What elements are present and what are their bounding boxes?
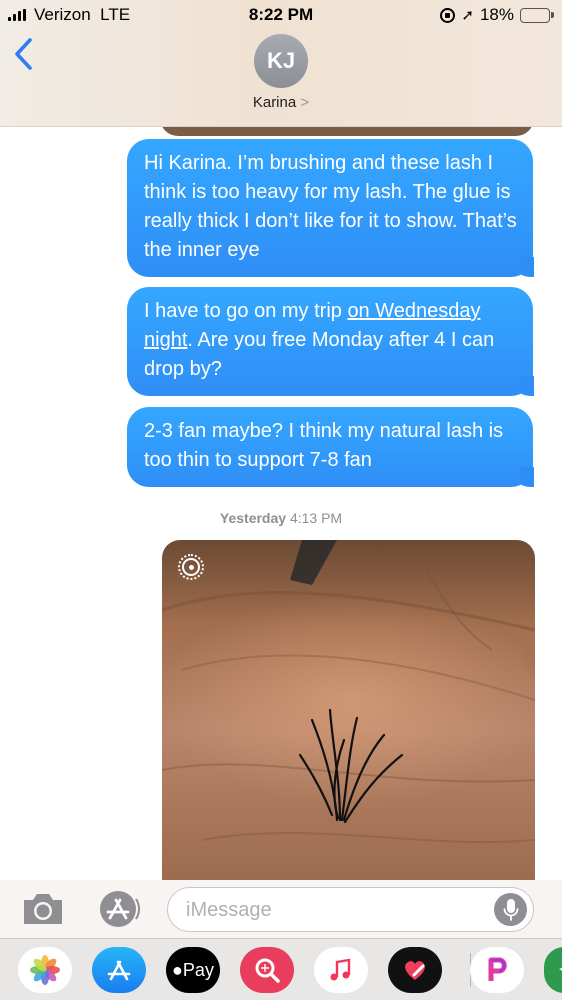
photo-attachment[interactable] (162, 540, 535, 885)
heart-sticker-icon (405, 961, 425, 980)
bubble-tail (520, 467, 540, 487)
camera-icon (24, 894, 62, 924)
message-field[interactable] (167, 887, 534, 932)
dictation-button[interactable] (494, 893, 527, 926)
live-photo-icon[interactable] (178, 554, 204, 580)
apple-pay-label: Pay (182, 959, 214, 980)
message-bubble-3[interactable]: 2-3 fan maybe? I think my natural lash i… (127, 407, 540, 487)
partial-app-button[interactable]: ✦ (544, 947, 562, 993)
message-text: . Are you free Monday after 4 I can drop… (144, 329, 495, 380)
p-app-button[interactable] (470, 947, 524, 993)
message-bubble-2[interactable]: I have to go on my trip on Wednesday nig… (127, 287, 540, 396)
back-button[interactable] (10, 36, 40, 72)
app-store-app-button[interactable] (92, 947, 146, 993)
status-bar: Verizon LTE 8:22 PM ➚ 18% (0, 0, 562, 30)
eyelash-photo-content (162, 540, 535, 844)
search-images-icon (255, 958, 280, 983)
timestamp-day: Yesterday (219, 510, 287, 526)
bubble-tail (520, 376, 540, 396)
music-icon (330, 958, 351, 981)
timestamp-time: 4:13 PM (289, 510, 343, 526)
camera-button[interactable] (20, 890, 66, 928)
app-store-button[interactable] (96, 889, 142, 929)
heart-sticker-app-button[interactable] (388, 947, 442, 993)
message-input[interactable] (186, 896, 486, 924)
message-timestamp: Yesterday 4:13 PM (0, 510, 562, 526)
rotation-lock-icon (440, 7, 456, 23)
contact-avatar[interactable]: KJ (254, 34, 308, 88)
nav-header: Verizon LTE 8:22 PM ➚ 18% KJ Karina > (0, 0, 562, 127)
app-store-icon (107, 960, 131, 981)
message-text: I have to go on my trip (144, 300, 348, 322)
image-search-app-button[interactable] (240, 947, 294, 993)
p-app-icon (488, 957, 507, 981)
battery-icon (520, 7, 554, 23)
app-drawer: ● Pay (0, 938, 562, 1000)
chevron-right-icon: > (300, 94, 310, 111)
battery-percent: 18% (479, 5, 514, 24)
apple-pay-button[interactable]: ● Pay (166, 947, 220, 993)
contact-name: Karina (252, 94, 297, 111)
chevron-left-icon (15, 38, 32, 70)
input-bar (0, 880, 562, 938)
bubble-tail (520, 257, 540, 277)
photos-icon (30, 955, 60, 985)
music-app-button[interactable] (314, 947, 368, 993)
photos-app-button[interactable] (18, 947, 72, 993)
messages-screen: Hi Karina. I’m brushing and these lash I… (0, 0, 562, 1000)
contact-name-button[interactable]: Karina > (0, 94, 562, 111)
message-text: Hi Karina. I’m brushing and these lash I… (144, 152, 517, 261)
apple-logo-icon: ● (172, 959, 183, 980)
app-store-icon (100, 891, 141, 927)
conversation: Hi Karina. I’m brushing and these lash I… (0, 0, 562, 1000)
microphone-icon (503, 898, 518, 921)
message-text: 2-3 fan maybe? I think my natural lash i… (144, 420, 504, 471)
partial-app-icon: ✦ (557, 960, 562, 980)
location-arrow-icon: ➚ (461, 7, 474, 24)
message-bubble-1[interactable]: Hi Karina. I’m brushing and these lash I… (127, 139, 540, 277)
